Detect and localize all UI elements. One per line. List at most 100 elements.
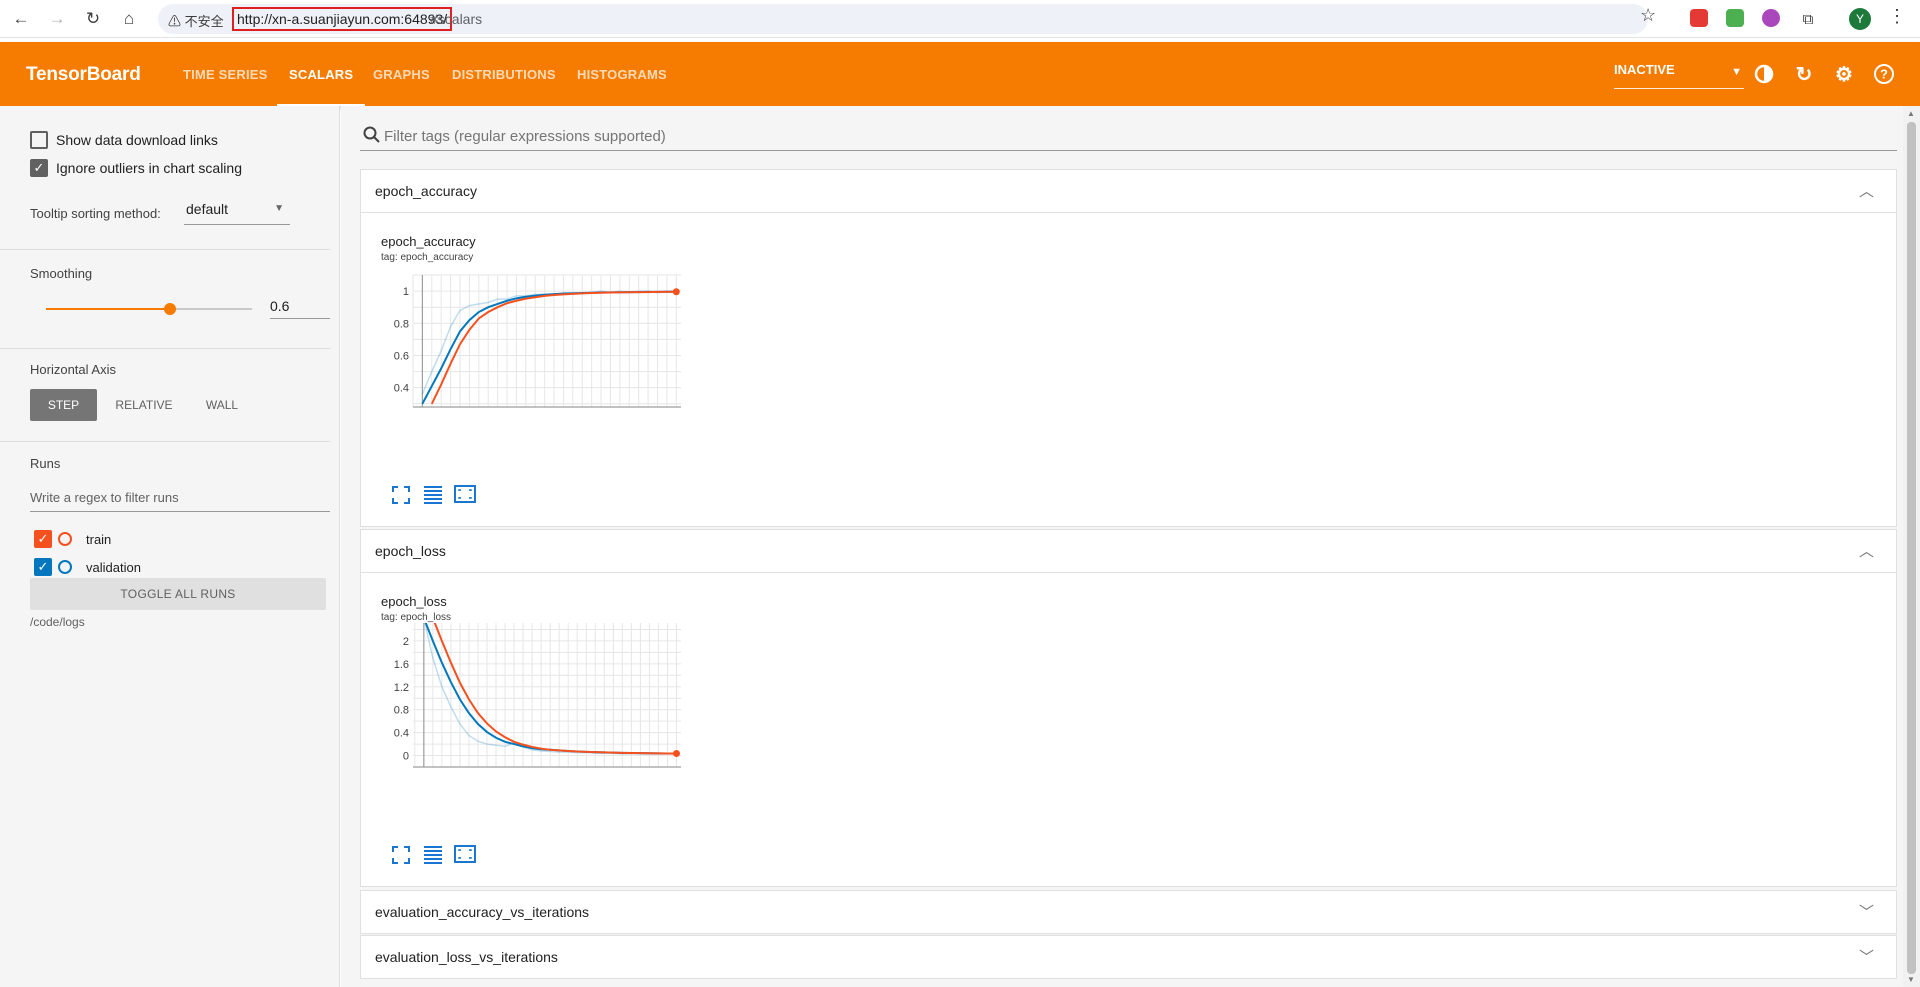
section-header-evaluation-accuracy[interactable]: evaluation_accuracy_vs_iterations ﹀ (360, 890, 1897, 934)
run-train-color-icon[interactable] (58, 532, 72, 546)
y-tick-label: 1 (403, 286, 409, 298)
smoothing-value-input[interactable]: 0.6 (270, 294, 330, 319)
brand-title: TensorBoard (26, 64, 141, 85)
chevron-down-icon[interactable]: ﹀ (1859, 946, 1874, 967)
run-item-train[interactable]: ✓ train (34, 530, 111, 548)
tooltip-sort-select[interactable]: default ▼ (184, 201, 290, 225)
tag-filter-placeholder: Filter tags (regular expressions support… (384, 128, 666, 145)
dropdown-arrow-icon: ▼ (274, 203, 284, 214)
scroll-up-icon[interactable]: ▲ (1907, 109, 1915, 118)
section-header-evaluation-loss[interactable]: evaluation_loss_vs_iterations ﹀ (360, 935, 1897, 979)
chart-title: epoch_accuracy (381, 234, 476, 249)
show-download-links-option[interactable]: Show data download links (30, 131, 218, 149)
smoothing-label: Smoothing (30, 266, 93, 281)
axis-wall-button[interactable]: WALL (196, 389, 248, 421)
chart-card-epoch-loss: epoch_loss tag: epoch_loss 0 0.4 0.8 1.2 1.6… (360, 573, 1897, 887)
chevron-down-icon[interactable]: ﹀ (1859, 901, 1874, 922)
show-download-links-checkbox[interactable] (30, 131, 48, 149)
scroll-down-icon[interactable]: ▼ (1907, 975, 1915, 984)
run-validation-checkbox[interactable]: ✓ (34, 558, 52, 576)
section-title: epoch_loss (375, 543, 446, 559)
back-icon[interactable]: ← (8, 6, 34, 32)
smoothing-slider[interactable] (46, 303, 252, 315)
tab-graphs[interactable]: GRAPHS (373, 42, 430, 106)
chevron-up-icon[interactable]: ︿ (1859, 540, 1874, 561)
divider (0, 348, 330, 349)
chart-epoch-loss[interactable]: 00.40.81.21.6204812162024 (361, 623, 731, 773)
url-highlighted[interactable]: http://xn-a.suanjiayun.com:64893/ (232, 7, 453, 31)
y-tick-label: 0.6 (394, 350, 409, 362)
run-validation-label: validation (86, 559, 141, 575)
chevron-up-icon[interactable]: ︿ (1859, 180, 1874, 201)
series-end-point-train (672, 750, 680, 758)
fit-domain-icon[interactable] (453, 842, 477, 866)
axis-step-button[interactable]: STEP (30, 389, 97, 421)
profile-avatar[interactable]: Y (1849, 8, 1871, 30)
tab-scalars[interactable]: SCALARS (277, 42, 366, 106)
dropdown-arrow-icon: ▼ (1731, 66, 1742, 78)
extension-icon-red[interactable] (1690, 9, 1708, 27)
extension-icon-purple[interactable] (1762, 9, 1780, 27)
settings-gear-icon[interactable]: ⚙ (1830, 60, 1858, 88)
help-icon[interactable]: ? (1870, 60, 1898, 88)
logdir-path: /code/logs (30, 615, 85, 629)
tab-time-series[interactable]: TIME SERIES (183, 42, 268, 106)
run-validation-color-icon[interactable] (58, 560, 72, 574)
section-title: epoch_accuracy (375, 183, 477, 199)
y-tick-label: 2 (403, 636, 409, 648)
extensions-puzzle-icon[interactable]: ⧉ (1795, 6, 1821, 32)
fullscreen-icon[interactable] (389, 843, 413, 867)
y-tick-label: 1.6 (394, 659, 409, 671)
runs-filter-input[interactable]: Write a regex to filter runs (30, 490, 330, 512)
series-end-point-train (672, 288, 680, 296)
tag-filter-input[interactable]: Filter tags (regular expressions support… (360, 124, 1897, 151)
divider (0, 249, 330, 250)
smoothing-slider-thumb[interactable] (163, 303, 176, 315)
page-scrollbar[interactable]: ▲ ▼ (1903, 106, 1920, 987)
horizontal-axis-label: Horizontal Axis (30, 362, 116, 377)
ignore-outliers-label: Ignore outliers in chart scaling (56, 160, 242, 176)
ignore-outliers-option[interactable]: ✓ Ignore outliers in chart scaling (30, 159, 242, 177)
y-tick-label: 0.4 (394, 728, 409, 740)
fullscreen-icon[interactable] (389, 483, 413, 507)
svg-text:?: ? (1880, 67, 1888, 82)
chart-card-epoch-accuracy: epoch_accuracy tag: epoch_accuracy 0.4 0.… (360, 213, 1897, 527)
run-item-validation[interactable]: ✓ validation (34, 558, 141, 576)
y-tick-label: 0.4 (394, 383, 409, 395)
security-label: 不安全 (184, 14, 224, 29)
chart-tag: tag: epoch_loss (381, 612, 452, 623)
url-fragment[interactable]: #scalars (430, 10, 482, 28)
theme-toggle-icon[interactable] (1750, 60, 1778, 88)
browser-menu-icon[interactable]: ⋮ (1888, 6, 1906, 27)
toggle-all-runs-button[interactable]: TOGGLE ALL RUNS (30, 578, 326, 610)
run-train-checkbox[interactable]: ✓ (34, 530, 52, 548)
section-header-epoch-accuracy[interactable]: epoch_accuracy ︿ (360, 169, 1897, 213)
bookmark-star-icon[interactable]: ☆ (1640, 5, 1656, 26)
data-table-icon[interactable] (421, 842, 445, 866)
scrollbar-thumb[interactable] (1907, 122, 1916, 974)
data-table-icon[interactable] (421, 482, 445, 506)
home-icon[interactable]: ⌂ (116, 6, 142, 32)
plugin-select[interactable]: INACTIVE ▼ (1614, 62, 1744, 89)
tab-distributions[interactable]: DISTRIBUTIONS (452, 42, 556, 106)
show-download-links-label: Show data download links (56, 132, 218, 148)
security-warning[interactable]: ⚠ 不安全 (168, 11, 224, 30)
ignore-outliers-checkbox[interactable]: ✓ (30, 159, 48, 177)
refresh-icon[interactable]: ↻ (1790, 60, 1818, 88)
run-train-label: train (86, 531, 112, 547)
forward-icon[interactable]: → (44, 6, 70, 32)
smoothing-slider-fill (46, 308, 170, 310)
runs-label: Runs (30, 456, 61, 471)
axis-relative-button[interactable]: RELATIVE (104, 389, 184, 421)
reload-icon[interactable]: ↻ (80, 6, 106, 32)
section-title: evaluation_accuracy_vs_iterations (375, 904, 590, 920)
section-header-epoch-loss[interactable]: epoch_loss ︿ (360, 529, 1897, 573)
extension-icon-green[interactable] (1726, 9, 1744, 27)
chart-epoch-accuracy[interactable]: 0.40.60.8102468101214161820222426 (361, 263, 731, 413)
y-tick-label: 1.2 (394, 682, 409, 694)
address-bar[interactable]: ⚠ 不安全 http://xn-a.suanjiayun.com:64893/ … (158, 4, 1648, 34)
divider (0, 441, 330, 442)
fit-domain-icon[interactable] (453, 482, 477, 506)
sidebar: Show data download links ✓ Ignore outlie… (0, 106, 340, 987)
tab-histograms[interactable]: HISTOGRAMS (577, 42, 667, 106)
